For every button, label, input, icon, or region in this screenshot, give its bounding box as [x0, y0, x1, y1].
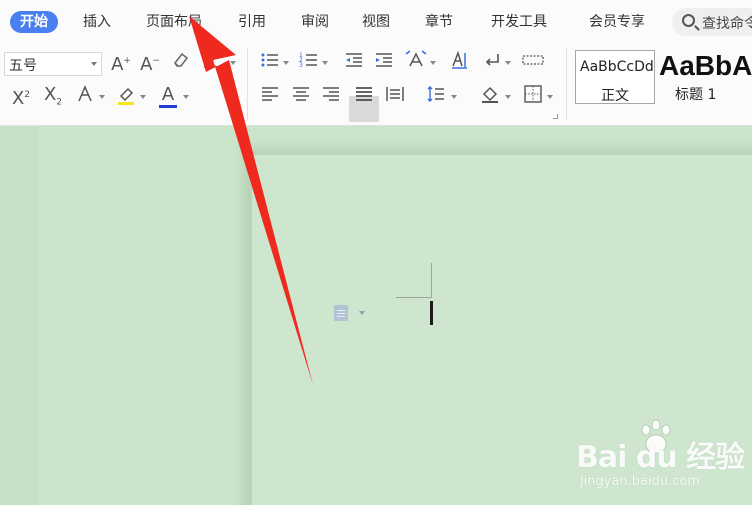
- chevron-down-icon[interactable]: [430, 61, 436, 65]
- chevron-down-icon[interactable]: [322, 61, 328, 65]
- ribbon-separator: [247, 48, 248, 120]
- chevron-down-icon[interactable]: [230, 61, 236, 65]
- font-dialog-launcher[interactable]: [236, 114, 241, 119]
- style-heading-1[interactable]: AaBbA 标题 1: [657, 50, 752, 104]
- chevron-down-icon[interactable]: [99, 95, 105, 99]
- chevron-down-icon[interactable]: [140, 95, 146, 99]
- tab-chapter[interactable]: 章节: [425, 11, 453, 33]
- superscript-icon[interactable]: X2: [8, 84, 34, 109]
- style-heading-1-sample: AaBbA: [659, 50, 752, 81]
- tab-references[interactable]: 引用: [238, 11, 266, 33]
- chevron-down-icon[interactable]: [359, 311, 365, 315]
- decrease-indent-icon[interactable]: [343, 50, 365, 74]
- clear-format-icon[interactable]: [170, 50, 192, 74]
- tab-view[interactable]: 视图: [362, 11, 390, 33]
- chevron-down-icon[interactable]: [547, 95, 553, 99]
- svg-text:3: 3: [299, 62, 303, 69]
- chevron-down-icon: [91, 62, 97, 66]
- tab-insert[interactable]: 插入: [83, 11, 111, 33]
- style-heading-1-label: 标题 1: [675, 87, 717, 103]
- phonetic-guide-icon[interactable]: 文: [200, 50, 228, 74]
- style-normal-label: 正文: [601, 88, 629, 104]
- text-cursor: [430, 301, 433, 325]
- chinese-layout-icon[interactable]: [404, 50, 428, 74]
- watermark-url: jingyan.baidu.com: [580, 474, 700, 489]
- chevron-down-icon[interactable]: [451, 95, 457, 99]
- style-normal[interactable]: AaBbCcDd 正文: [575, 50, 655, 104]
- chevron-down-icon[interactable]: [505, 61, 511, 65]
- ruler-icon[interactable]: [521, 50, 545, 74]
- borders-icon[interactable]: [522, 84, 544, 108]
- ribbon-separator: [566, 48, 567, 120]
- font-size-select[interactable]: 五号: [4, 52, 102, 76]
- paragraph-dialog-launcher[interactable]: [553, 114, 558, 119]
- search-icon: [682, 14, 695, 27]
- distributed-icon[interactable]: [384, 84, 406, 108]
- justify-icon[interactable]: [353, 84, 375, 108]
- margin-marker: [396, 297, 432, 298]
- chevron-down-icon[interactable]: [183, 95, 189, 99]
- align-right-icon[interactable]: [320, 84, 342, 108]
- align-left-icon[interactable]: [259, 84, 281, 108]
- sort-icon[interactable]: [448, 50, 470, 74]
- watermark-text: Bai du 经验: [576, 440, 745, 475]
- font-color-icon[interactable]: A: [156, 84, 180, 108]
- line-spacing-icon[interactable]: [425, 84, 447, 108]
- show-marks-icon[interactable]: [481, 50, 503, 74]
- ribbon: 五号 A+ A− 文 X2 X2 A 123 AaBbCcDd 正文 AaBbA…: [0, 44, 752, 126]
- svg-text:文: 文: [203, 52, 218, 70]
- left-gutter: [0, 127, 38, 505]
- decrease-font-size-icon[interactable]: A−: [139, 50, 161, 75]
- tab-review[interactable]: 审阅: [301, 11, 329, 33]
- chevron-down-icon[interactable]: [505, 95, 511, 99]
- menu-bar: 开始 插入 页面布局 引用 审阅 视图 章节 开发工具 会员专享 查找命令: [0, 0, 752, 44]
- tab-home[interactable]: 开始: [10, 11, 58, 33]
- margin-marker: [431, 263, 432, 297]
- font-size-value: 五号: [9, 58, 37, 74]
- style-normal-sample: AaBbCcDd: [580, 59, 654, 75]
- tab-member[interactable]: 会员专享: [589, 11, 645, 33]
- baidu-watermark: Bai du 经验 jingyan.baidu.com: [576, 419, 746, 502]
- text-effect-icon[interactable]: [72, 84, 98, 108]
- increase-font-size-icon[interactable]: A+: [110, 50, 132, 75]
- numbered-list-icon[interactable]: 123: [298, 50, 320, 74]
- paragraph-layout-icon[interactable]: [334, 305, 348, 321]
- command-search-label: 查找命令: [702, 16, 752, 32]
- command-search[interactable]: 查找命令: [672, 8, 752, 36]
- tab-developer[interactable]: 开发工具: [491, 11, 547, 33]
- shading-icon[interactable]: [479, 84, 501, 108]
- increase-indent-icon[interactable]: [373, 50, 395, 74]
- subscript-icon[interactable]: X2: [40, 84, 66, 108]
- bullet-list-icon[interactable]: [259, 50, 281, 74]
- tab-page-layout[interactable]: 页面布局: [146, 11, 202, 33]
- align-center-icon[interactable]: [290, 84, 312, 108]
- chevron-down-icon[interactable]: [283, 61, 289, 65]
- highlight-icon[interactable]: [114, 84, 138, 108]
